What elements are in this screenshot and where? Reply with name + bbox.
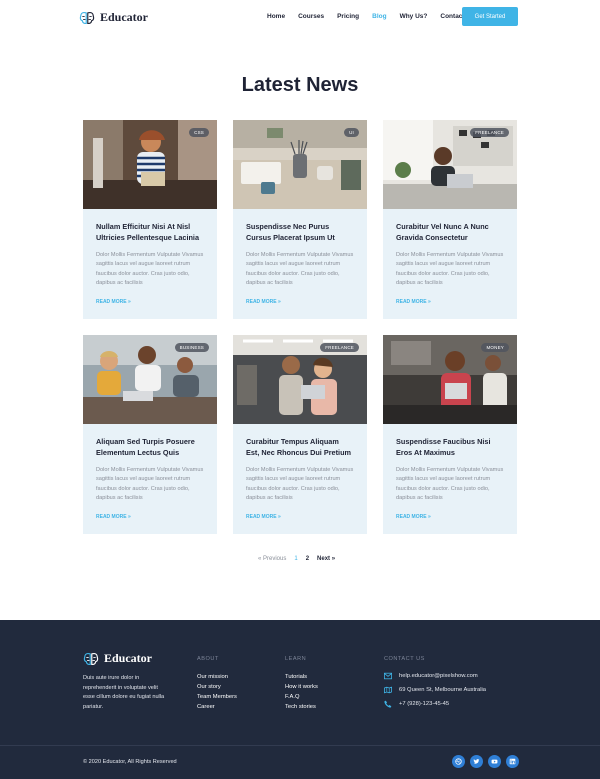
news-grid: CSS Nullam Efficitur Nisi At Nisl Ultric…: [83, 120, 517, 534]
pagination: « Previous 1 2 Next »: [258, 556, 335, 562]
news-card[interactable]: UI Suspendisse Nec Purus Cursus Placerat…: [233, 120, 367, 319]
footer-link-how-it-works[interactable]: How it works: [285, 682, 318, 692]
post-thumbnail[interactable]: FREELANCE: [383, 120, 517, 209]
footer-learn-column: LEARN Tutorials How it works F.A.Q Tech …: [285, 656, 318, 712]
post-title[interactable]: Suspendisse Faucibus Nisi Eros At Maximu…: [396, 437, 504, 459]
post-category-tag[interactable]: CSS: [189, 128, 209, 137]
linkedin-icon[interactable]: [506, 755, 519, 768]
post-title[interactable]: Curabitur Vel Nunc A Nunc Gravida Consec…: [396, 222, 504, 244]
main-nav: Home Courses Pricing Blog Why Us? Contac…: [267, 13, 481, 20]
post-category-tag[interactable]: FREELANCE: [320, 343, 359, 352]
get-started-button[interactable]: Get Started: [462, 7, 518, 26]
post-thumbnail[interactable]: CSS: [83, 120, 217, 209]
nav-pricing[interactable]: Pricing: [337, 13, 359, 20]
post-excerpt: Dolor Mollis Fermentum Vulputate Vivamus…: [396, 252, 504, 287]
brain-icon: [79, 11, 95, 24]
footer-divider: [0, 745, 600, 746]
read-more-link[interactable]: READ MORE »: [96, 514, 204, 520]
page-link-2[interactable]: 2: [306, 556, 309, 562]
copyright-text: © 2020 Educator, All Rights Reserved: [83, 759, 177, 765]
dribbble-icon[interactable]: [452, 755, 465, 768]
nav-courses[interactable]: Courses: [298, 13, 324, 20]
nav-blog[interactable]: Blog: [372, 13, 386, 20]
read-more-link[interactable]: READ MORE »: [246, 299, 354, 305]
next-page-link[interactable]: Next »: [317, 556, 335, 562]
map-icon: [384, 686, 392, 694]
post-excerpt: Dolor Mollis Fermentum Vulputate Vivamus…: [246, 252, 354, 287]
post-title[interactable]: Curabitur Tempus Aliquam Est, Nec Rhoncu…: [246, 437, 354, 459]
post-excerpt: Dolor Mollis Fermentum Vulputate Vivamus…: [396, 467, 504, 502]
post-excerpt: Dolor Mollis Fermentum Vulputate Vivamus…: [96, 467, 204, 502]
contact-address-text: 69 Queen St, Melbourne Australia: [399, 687, 487, 693]
footer-about-column: ABOUT Our mission Our story Team Members…: [197, 656, 237, 712]
news-card[interactable]: FREELANCE Curabitur Tempus Aliquam Est, …: [233, 335, 367, 534]
news-card[interactable]: FREELANCE Curabitur Vel Nunc A Nunc Grav…: [383, 120, 517, 319]
previous-page-link[interactable]: « Previous: [258, 556, 286, 562]
footer-learn-heading: LEARN: [285, 656, 307, 662]
read-more-link[interactable]: READ MORE »: [96, 299, 204, 305]
twitter-icon[interactable]: [470, 755, 483, 768]
footer-brand-logo[interactable]: Educator: [83, 651, 152, 666]
footer-link-tutorials[interactable]: Tutorials: [285, 672, 318, 682]
contact-phone-text: +7 (928)-123-45-45: [399, 701, 450, 707]
footer-link-our-mission[interactable]: Our mission: [197, 672, 237, 682]
read-more-link[interactable]: READ MORE »: [396, 514, 504, 520]
footer-link-our-story[interactable]: Our story: [197, 682, 237, 692]
footer-about-heading: ABOUT: [197, 656, 219, 662]
footer-link-tech-stories[interactable]: Tech stories: [285, 702, 318, 712]
footer-brand-name: Educator: [104, 651, 152, 665]
envelope-icon: [384, 672, 392, 680]
page-link-1[interactable]: 1: [294, 556, 297, 562]
footer-about-text: Duis aute irure dolor in reprehenderit i…: [83, 675, 165, 710]
news-card[interactable]: MONEY Suspendisse Faucibus Nisi Eros At …: [383, 335, 517, 534]
post-title[interactable]: Aliquam Sed Turpis Posuere Elementum Lec…: [96, 437, 204, 459]
section-title: Latest News: [241, 74, 359, 96]
brand-name: Educator: [100, 10, 148, 24]
social-links: [452, 755, 519, 768]
post-category-tag[interactable]: UI: [344, 128, 359, 137]
post-title[interactable]: Suspendisse Nec Purus Cursus Placerat Ip…: [246, 222, 354, 244]
nav-home[interactable]: Home: [267, 13, 285, 20]
post-thumbnail[interactable]: FREELANCE: [233, 335, 367, 424]
news-card[interactable]: CSS Nullam Efficitur Nisi At Nisl Ultric…: [83, 120, 217, 319]
site-footer: Educator Duis aute irure dolor in repreh…: [0, 620, 600, 779]
post-category-tag[interactable]: BUSINESS: [174, 343, 209, 352]
post-thumbnail[interactable]: BUSINESS: [83, 335, 217, 424]
footer-link-faq[interactable]: F.A.Q: [285, 692, 318, 702]
post-thumbnail[interactable]: UI: [233, 120, 367, 209]
nav-why-us[interactable]: Why Us?: [400, 13, 428, 20]
post-category-tag[interactable]: MONEY: [481, 343, 509, 352]
phone-icon: [384, 700, 392, 708]
brand-logo[interactable]: Educator: [79, 10, 148, 25]
post-thumbnail[interactable]: MONEY: [383, 335, 517, 424]
post-category-tag[interactable]: FREELANCE: [470, 128, 509, 137]
read-more-link[interactable]: READ MORE »: [246, 514, 354, 520]
post-excerpt: Dolor Mollis Fermentum Vulputate Vivamus…: [246, 467, 354, 502]
brain-icon: [83, 652, 99, 665]
footer-contact-column: CONTACT US help.educator@pixelshow.com 6…: [384, 656, 486, 711]
contact-email-text: help.educator@pixelshow.com: [399, 673, 478, 679]
post-title[interactable]: Nullam Efficitur Nisi At Nisl Ultricies …: [96, 222, 204, 244]
footer-link-career[interactable]: Career: [197, 702, 237, 712]
site-header: Educator Home Courses Pricing Blog Why U…: [0, 0, 600, 36]
contact-email[interactable]: help.educator@pixelshow.com: [384, 669, 486, 683]
youtube-icon[interactable]: [488, 755, 501, 768]
news-card[interactable]: BUSINESS Aliquam Sed Turpis Posuere Elem…: [83, 335, 217, 534]
contact-address: 69 Queen St, Melbourne Australia: [384, 683, 486, 697]
footer-link-team-members[interactable]: Team Members: [197, 692, 237, 702]
post-excerpt: Dolor Mollis Fermentum Vulputate Vivamus…: [96, 252, 204, 287]
contact-phone[interactable]: +7 (928)-123-45-45: [384, 697, 486, 711]
read-more-link[interactable]: READ MORE »: [396, 299, 504, 305]
footer-contact-heading: CONTACT US: [384, 656, 425, 662]
